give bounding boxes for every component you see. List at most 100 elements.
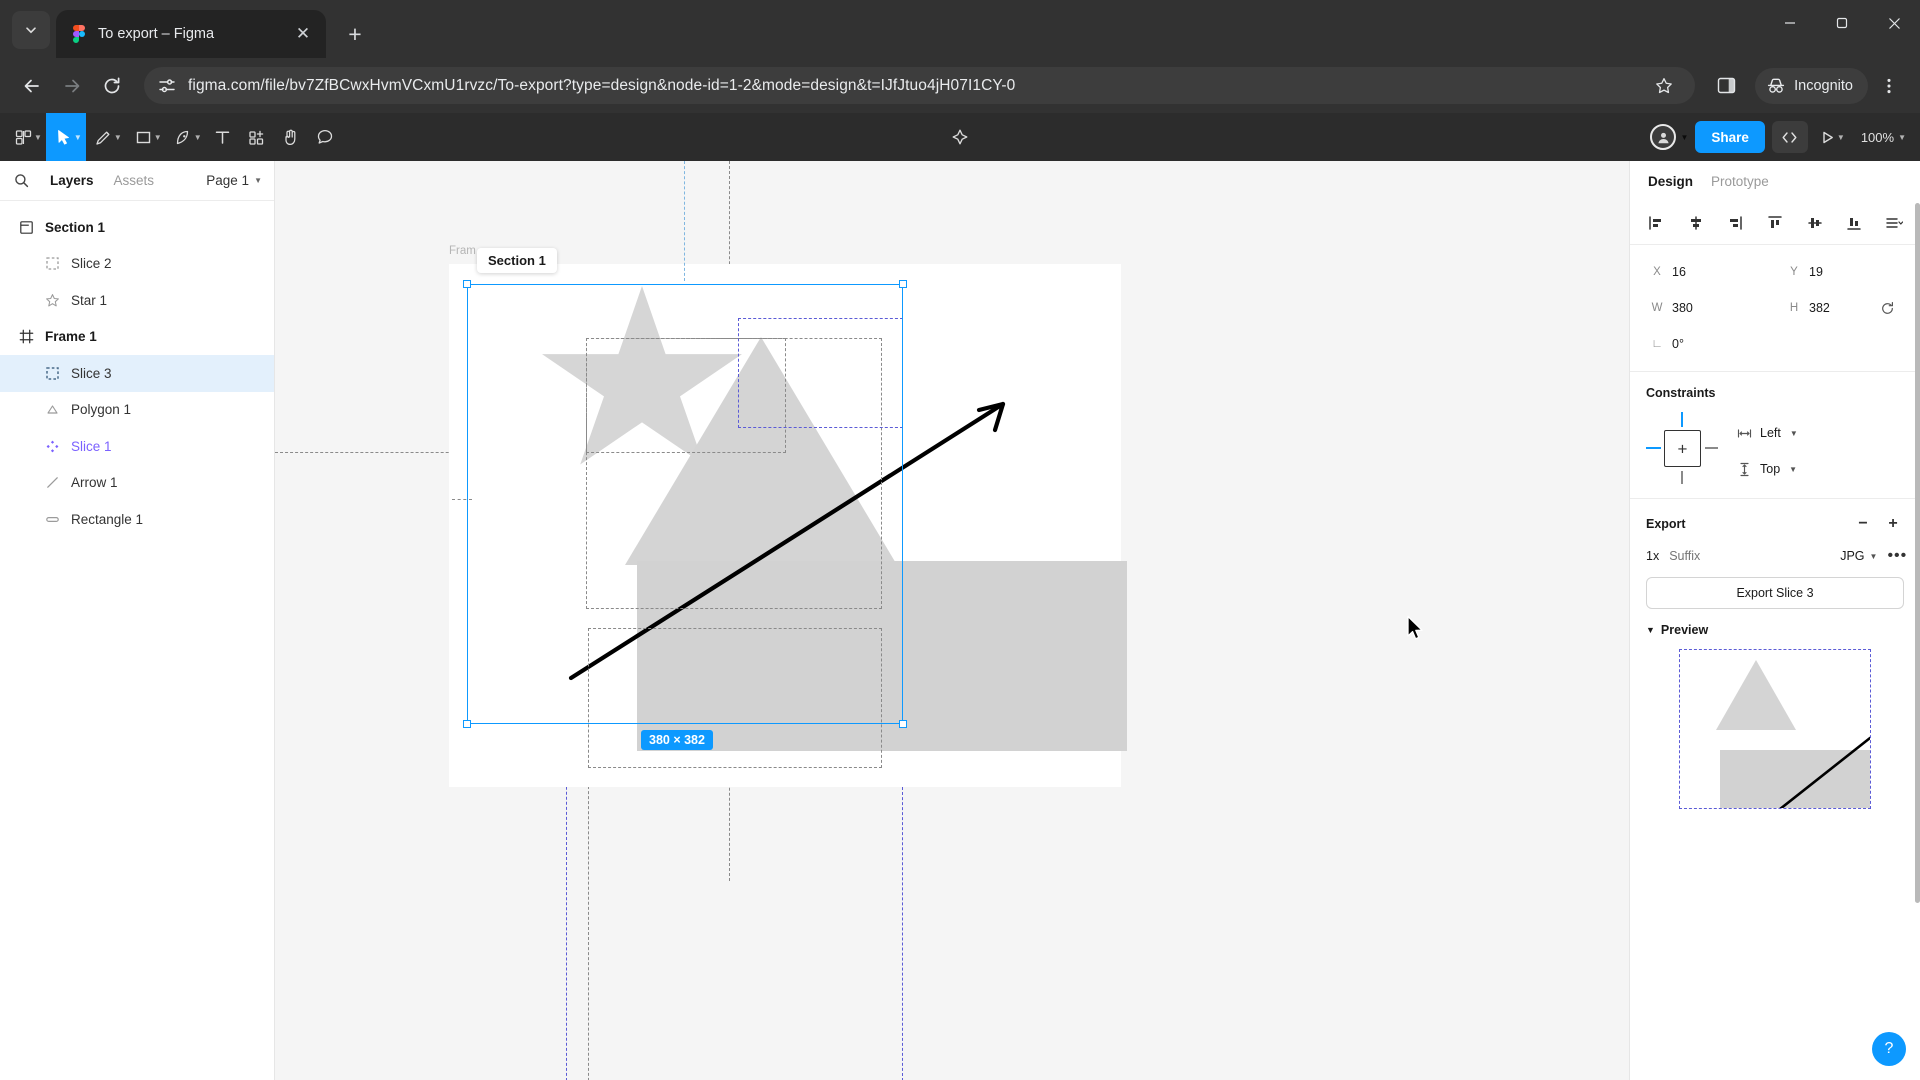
align-left-button[interactable] <box>1644 211 1668 235</box>
export-add-button[interactable]: + <box>1882 513 1904 535</box>
vector-tool-button[interactable]: ▼ <box>166 113 206 161</box>
page-selector[interactable]: Page 1 ▼ <box>206 173 262 188</box>
layer-label: Slice 1 <box>71 438 112 454</box>
align-right-button[interactable] <box>1723 211 1747 235</box>
collaborator-avatars[interactable]: ▼ <box>1650 124 1688 150</box>
align-horizontal-center-button[interactable] <box>1684 211 1708 235</box>
constraint-left-bar[interactable] <box>1646 447 1661 449</box>
share-button[interactable]: Share <box>1695 121 1765 153</box>
selection-handle-top-left[interactable] <box>463 280 471 288</box>
constraint-horizontal-select[interactable]: Left ▼ <box>1736 418 1798 448</box>
back-button[interactable] <box>14 68 50 104</box>
design-panel-scrollbar[interactable] <box>1915 203 1920 903</box>
layer-item-slice-3[interactable]: Slice 3 <box>0 355 274 392</box>
align-v-center-icon <box>1807 217 1822 228</box>
present-button[interactable]: ▼ <box>1815 121 1850 153</box>
export-preview[interactable] <box>1679 649 1871 809</box>
site-settings-icon[interactable] <box>158 77 176 95</box>
selection-handle-top-right[interactable] <box>899 280 907 288</box>
layer-item-star-1[interactable]: Star 1 <box>0 282 274 319</box>
export-format-select[interactable]: JPG ▼ <box>1840 549 1877 563</box>
layer-item-slice-2[interactable]: Slice 2 <box>0 246 274 283</box>
proportion-lock-icon[interactable] <box>1874 295 1900 321</box>
window-close-button[interactable] <box>1868 0 1920 46</box>
constraints-control: + Left ▼ Top ▼ <box>1646 412 1904 484</box>
export-more-button[interactable]: ••• <box>1887 547 1907 565</box>
export-scale-value[interactable]: 1x <box>1646 549 1659 563</box>
rotation-label: ∟ <box>1651 338 1663 350</box>
incognito-icon <box>1768 78 1785 93</box>
figma-actions-button[interactable] <box>950 127 970 147</box>
window-minimize-button[interactable] <box>1764 0 1816 46</box>
figma-toolbar-right: ▼ Share ▼ 100% ▼ <box>1650 121 1910 153</box>
comment-tool-button[interactable] <box>308 113 342 161</box>
browser-tab-title: To export – Figma <box>98 26 215 42</box>
text-tool-button[interactable] <box>206 113 240 161</box>
move-tool-button[interactable]: ▼ <box>45 113 86 161</box>
pen-tool-button[interactable]: ▼ <box>86 113 126 161</box>
incognito-indicator[interactable]: Incognito <box>1755 67 1868 104</box>
constraint-top-bar[interactable] <box>1681 412 1683 427</box>
window-maximize-button[interactable] <box>1816 0 1868 46</box>
browser-menu-button[interactable] <box>1872 69 1906 103</box>
rotation-field[interactable]: ∟ 0° <box>1646 331 1767 357</box>
align-bottom-button[interactable] <box>1842 211 1866 235</box>
shape-tool-button[interactable]: ▼ <box>126 113 166 161</box>
x-field[interactable]: X 16 <box>1646 259 1767 285</box>
export-remove-button[interactable]: − <box>1852 513 1874 535</box>
layer-item-slice-1[interactable]: Slice 1 <box>0 428 274 465</box>
constraints-grid[interactable]: + <box>1646 412 1718 484</box>
layer-label: Section 1 <box>45 219 106 235</box>
export-slice-button[interactable]: Export Slice 3 <box>1646 577 1904 609</box>
tab-close-icon[interactable]: ✕ <box>290 21 316 47</box>
layer-item-section-1[interactable]: Section 1 <box>0 209 274 246</box>
zoom-level-control[interactable]: 100% ▼ <box>1857 130 1910 145</box>
export-suffix-input[interactable] <box>1669 549 1831 563</box>
height-field[interactable]: H 382 <box>1783 295 1904 321</box>
back-arrow-icon <box>24 79 39 92</box>
new-tab-button[interactable]: + <box>338 17 372 51</box>
y-field[interactable]: Y 19 <box>1783 259 1904 285</box>
page-selector-label: Page 1 <box>206 173 250 188</box>
selection-handle-bottom-left[interactable] <box>463 720 471 728</box>
avatar[interactable] <box>1650 124 1677 150</box>
distribute-menu-button[interactable] <box>1882 211 1906 235</box>
constraint-right-dash[interactable] <box>1705 447 1718 449</box>
caret-down-icon: ▼ <box>1646 625 1655 635</box>
tab-prototype[interactable]: Prototype <box>1711 174 1769 189</box>
preview-header[interactable]: ▼ Preview <box>1646 623 1904 637</box>
cursor-arrow-icon <box>58 129 69 145</box>
align-top-button[interactable] <box>1763 211 1787 235</box>
forward-button[interactable] <box>54 68 90 104</box>
layer-item-frame-1[interactable]: Frame 1 <box>0 319 274 356</box>
side-panel-button[interactable] <box>1709 69 1743 103</box>
star-icon <box>44 292 61 309</box>
help-button[interactable]: ? <box>1872 1032 1906 1066</box>
width-field[interactable]: W 380 <box>1646 295 1767 321</box>
tab-search-button[interactable] <box>12 11 50 49</box>
reload-button[interactable] <box>94 68 130 104</box>
tab-assets[interactable]: Assets <box>104 173 165 188</box>
constraint-bottom-dash[interactable] <box>1681 471 1683 484</box>
dev-mode-button[interactable] <box>1771 121 1808 153</box>
constraint-vertical-select[interactable]: Top ▼ <box>1736 454 1798 484</box>
component-tool-button[interactable] <box>240 113 274 161</box>
tab-design[interactable]: Design <box>1648 174 1693 189</box>
search-icon[interactable] <box>14 173 40 188</box>
star-outline-icon <box>1656 77 1673 93</box>
selection-handle-bottom-right[interactable] <box>899 720 907 728</box>
browser-window: To export – Figma ✕ + figma.com/file/bv7… <box>0 0 1920 1080</box>
section-name-badge[interactable]: Section 1 <box>477 248 557 273</box>
align-vertical-center-button[interactable] <box>1803 211 1827 235</box>
figma-main-menu-button[interactable]: ▼ <box>6 113 46 161</box>
selection-rectangle[interactable] <box>463 280 907 728</box>
browser-tab-active[interactable]: To export – Figma ✕ <box>56 10 326 58</box>
layer-item-polygon-1[interactable]: Polygon 1 <box>0 392 274 429</box>
layer-item-rectangle-1[interactable]: Rectangle 1 <box>0 501 274 538</box>
layer-item-arrow-1[interactable]: Arrow 1 <box>0 465 274 502</box>
tab-layers[interactable]: Layers <box>40 173 104 188</box>
star-glyph <box>46 293 59 307</box>
bookmark-star-icon[interactable] <box>1647 69 1681 103</box>
hand-tool-button[interactable] <box>274 113 308 161</box>
address-bar[interactable]: figma.com/file/bv7ZfBCwxHvmVCxmU1rvzc/To… <box>144 67 1696 104</box>
